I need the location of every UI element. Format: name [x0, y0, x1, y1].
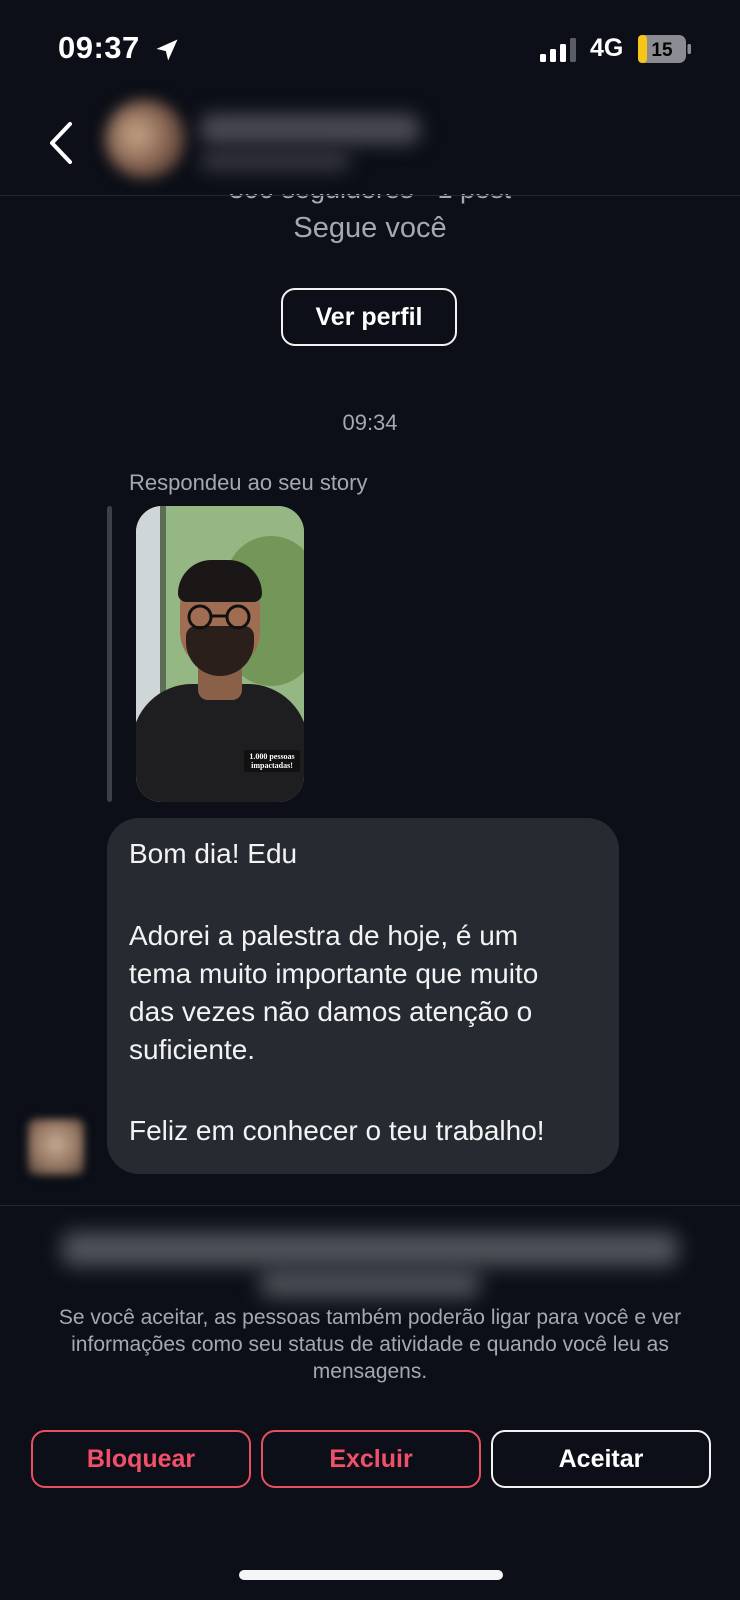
accept-info-text: Se você aceitar, as pessoas também poder…: [58, 1306, 682, 1383]
contact-name-redacted[interactable]: [200, 114, 420, 144]
followers-count: 300 seguidores · 1 post: [228, 174, 512, 204]
home-indicator[interactable]: [239, 1570, 503, 1580]
block-button[interactable]: Bloquear: [31, 1430, 251, 1488]
reply-indicator-bar: [107, 506, 112, 802]
request-notice-redacted: [62, 1232, 678, 1266]
message-line: tema muito importante que muito: [129, 958, 539, 989]
request-notice-redacted-2: [260, 1270, 480, 1298]
delete-button[interactable]: Excluir: [261, 1430, 481, 1488]
message-line: Bom dia! Edu: [129, 838, 298, 869]
message-line: das vezes não damos atenção o: [129, 996, 533, 1027]
story-preview[interactable]: 1.000 pessoas impactadas!: [136, 506, 304, 802]
signal-icon: [540, 38, 576, 62]
story-reply-label: Respondeu ao seu story: [129, 470, 368, 495]
location-arrow-icon: [156, 39, 178, 61]
story-caption: 1.000 pessoas impactadas!: [244, 750, 300, 772]
footer-divider: [0, 1205, 740, 1206]
status-time: 09:37: [58, 30, 140, 65]
accept-button[interactable]: Aceitar: [491, 1430, 711, 1488]
message-timestamp: 09:34: [342, 410, 398, 435]
follows-you-label: Segue você: [293, 212, 447, 244]
battery-icon: 15: [638, 35, 691, 63]
message-line: suficiente.: [129, 1034, 256, 1065]
contact-username-redacted: [200, 152, 350, 170]
message-line: Adorei a palestra de hoje, é um: [129, 920, 519, 951]
network-type: 4G: [590, 34, 624, 62]
message-line: Feliz em conhecer o teu trabalho!: [129, 1115, 545, 1146]
story-person-shirt: [136, 684, 304, 802]
header-divider: [0, 195, 740, 196]
view-profile-button[interactable]: Ver perfil: [281, 288, 457, 346]
contact-avatar[interactable]: [105, 100, 185, 178]
back-chevron-icon[interactable]: [44, 118, 78, 168]
story-person-glasses: [187, 604, 251, 630]
sender-avatar[interactable]: [28, 1119, 84, 1175]
battery-level: 15: [651, 40, 673, 61]
